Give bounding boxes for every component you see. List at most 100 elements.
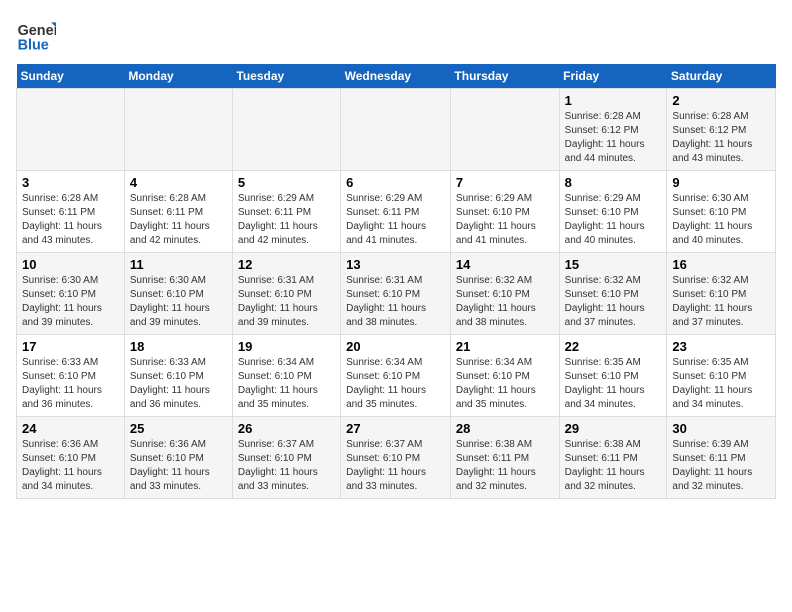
- day-cell-12: 12Sunrise: 6:31 AM Sunset: 6:10 PM Dayli…: [232, 253, 340, 335]
- day-info: Sunrise: 6:31 AM Sunset: 6:10 PM Dayligh…: [238, 274, 335, 330]
- day-number: 7: [456, 175, 554, 190]
- calendar-body: 1 Sunrise: 6:28 AM Sunset: 6:12 PM Daylig…: [17, 89, 776, 499]
- day-number: 9: [672, 175, 770, 190]
- calendar-week-1: 1 Sunrise: 6:28 AM Sunset: 6:12 PM Daylig…: [17, 89, 776, 171]
- day-info: Sunrise: 6:28 AM Sunset: 6:12 PM Dayligh…: [672, 110, 770, 166]
- day-cell-20: 20 Sunrise: 6:34 AM Sunset: 6:10 PM Dayli…: [341, 335, 451, 417]
- empty-cell: [450, 89, 559, 171]
- day-header-tuesday: Tuesday: [232, 64, 340, 89]
- day-cell-21: 21 Sunrise: 6:34 AM Sunset: 6:10 PM Dayli…: [450, 335, 559, 417]
- day-info: Sunrise: 6:34 AM Sunset: 6:10 PM Dayligh…: [456, 356, 554, 412]
- empty-cell: [124, 89, 232, 171]
- day-info: Sunrise: 6:36 AM Sunset: 6:10 PM Dayligh…: [130, 438, 227, 494]
- calendar-table: SundayMondayTuesdayWednesdayThursdayFrid…: [16, 64, 776, 499]
- calendar-week-3: 10 Sunrise: 6:30 AM Sunset: 6:10 PM Dayli…: [17, 253, 776, 335]
- day-number: 20: [346, 339, 445, 354]
- day-cell-10: 10 Sunrise: 6:30 AM Sunset: 6:10 PM Dayli…: [17, 253, 125, 335]
- day-number: 14: [456, 257, 554, 272]
- day-info: Sunrise: 6:36 AM Sunset: 6:10 PM Dayligh…: [22, 438, 119, 494]
- day-number: 6: [346, 175, 445, 190]
- day-number: 25: [130, 421, 227, 436]
- day-number: 30: [672, 421, 770, 436]
- day-cell-17: 17 Sunrise: 6:33 AM Sunset: 6:10 PM Dayli…: [17, 335, 125, 417]
- day-info: Sunrise: 6:29 AM Sunset: 6:10 PM Dayligh…: [565, 192, 662, 248]
- day-number: 24: [22, 421, 119, 436]
- empty-cell: [17, 89, 125, 171]
- day-info: Sunrise: 6:38 AM Sunset: 6:11 PM Dayligh…: [456, 438, 554, 494]
- day-number: 11: [130, 257, 227, 272]
- day-number: 16: [672, 257, 770, 272]
- day-number: 17: [22, 339, 119, 354]
- day-cell-14: 14 Sunrise: 6:32 AM Sunset: 6:10 PM Dayli…: [450, 253, 559, 335]
- day-header-thursday: Thursday: [450, 64, 559, 89]
- day-cell-2: 2 Sunrise: 6:28 AM Sunset: 6:12 PM Daylig…: [667, 89, 776, 171]
- day-info: Sunrise: 6:28 AM Sunset: 6:11 PM Dayligh…: [130, 192, 227, 248]
- day-cell-5: 5 Sunrise: 6:29 AM Sunset: 6:11 PM Daylig…: [232, 171, 340, 253]
- day-info: Sunrise: 6:35 AM Sunset: 6:10 PM Dayligh…: [672, 356, 770, 412]
- day-cell-1: 1 Sunrise: 6:28 AM Sunset: 6:12 PM Daylig…: [559, 89, 667, 171]
- day-number: 15: [565, 257, 662, 272]
- day-cell-18: 18 Sunrise: 6:33 AM Sunset: 6:10 PM Dayli…: [124, 335, 232, 417]
- day-number: 10: [22, 257, 119, 272]
- day-number: 19: [238, 339, 335, 354]
- day-number: 2: [672, 93, 770, 108]
- day-info: Sunrise: 6:33 AM Sunset: 6:10 PM Dayligh…: [22, 356, 119, 412]
- day-number: 3: [22, 175, 119, 190]
- day-info: Sunrise: 6:37 AM Sunset: 6:10 PM Dayligh…: [346, 438, 445, 494]
- day-cell-27: 27 Sunrise: 6:37 AM Sunset: 6:10 PM Dayli…: [341, 417, 451, 499]
- day-cell-15: 15 Sunrise: 6:32 AM Sunset: 6:10 PM Dayli…: [559, 253, 667, 335]
- day-cell-28: 28 Sunrise: 6:38 AM Sunset: 6:11 PM Dayli…: [450, 417, 559, 499]
- day-cell-8: 8 Sunrise: 6:29 AM Sunset: 6:10 PM Daylig…: [559, 171, 667, 253]
- day-info: Sunrise: 6:28 AM Sunset: 6:12 PM Dayligh…: [565, 110, 662, 166]
- day-number: 13: [346, 257, 445, 272]
- day-info: Sunrise: 6:31 AM Sunset: 6:10 PM Dayligh…: [346, 274, 445, 330]
- day-info: Sunrise: 6:32 AM Sunset: 6:10 PM Dayligh…: [672, 274, 770, 330]
- day-number: 23: [672, 339, 770, 354]
- logo: General Blue: [16, 16, 60, 56]
- day-info: Sunrise: 6:28 AM Sunset: 6:11 PM Dayligh…: [22, 192, 119, 248]
- day-info: Sunrise: 6:38 AM Sunset: 6:11 PM Dayligh…: [565, 438, 662, 494]
- day-info: Sunrise: 6:37 AM Sunset: 6:10 PM Dayligh…: [238, 438, 335, 494]
- day-info: Sunrise: 6:32 AM Sunset: 6:10 PM Dayligh…: [456, 274, 554, 330]
- day-cell-13: 13 Sunrise: 6:31 AM Sunset: 6:10 PM Dayli…: [341, 253, 451, 335]
- day-header-friday: Friday: [559, 64, 667, 89]
- day-info: Sunrise: 6:33 AM Sunset: 6:10 PM Dayligh…: [130, 356, 227, 412]
- svg-text:Blue: Blue: [18, 38, 49, 54]
- empty-cell: [341, 89, 451, 171]
- day-cell-3: 3 Sunrise: 6:28 AM Sunset: 6:11 PM Daylig…: [17, 171, 125, 253]
- day-header-wednesday: Wednesday: [341, 64, 451, 89]
- day-info: Sunrise: 6:39 AM Sunset: 6:11 PM Dayligh…: [672, 438, 770, 494]
- day-info: Sunrise: 6:30 AM Sunset: 6:10 PM Dayligh…: [130, 274, 227, 330]
- day-number: 21: [456, 339, 554, 354]
- day-number: 18: [130, 339, 227, 354]
- day-cell-25: 25 Sunrise: 6:36 AM Sunset: 6:10 PM Dayli…: [124, 417, 232, 499]
- day-cell-11: 11 Sunrise: 6:30 AM Sunset: 6:10 PM Dayli…: [124, 253, 232, 335]
- day-header-monday: Monday: [124, 64, 232, 89]
- day-number: 29: [565, 421, 662, 436]
- day-number: 8: [565, 175, 662, 190]
- day-info: Sunrise: 6:35 AM Sunset: 6:10 PM Dayligh…: [565, 356, 662, 412]
- day-info: Sunrise: 6:29 AM Sunset: 6:10 PM Dayligh…: [456, 192, 554, 248]
- svg-text:General: General: [18, 23, 56, 39]
- day-cell-6: 6Sunrise: 6:29 AM Sunset: 6:11 PM Daylig…: [341, 171, 451, 253]
- day-header-saturday: Saturday: [667, 64, 776, 89]
- day-number: 5: [238, 175, 335, 190]
- day-info: Sunrise: 6:32 AM Sunset: 6:10 PM Dayligh…: [565, 274, 662, 330]
- empty-cell: [232, 89, 340, 171]
- day-info: Sunrise: 6:30 AM Sunset: 6:10 PM Dayligh…: [22, 274, 119, 330]
- day-info: Sunrise: 6:29 AM Sunset: 6:11 PM Dayligh…: [238, 192, 335, 248]
- day-cell-19: 19Sunrise: 6:34 AM Sunset: 6:10 PM Dayli…: [232, 335, 340, 417]
- day-cell-9: 9 Sunrise: 6:30 AM Sunset: 6:10 PM Daylig…: [667, 171, 776, 253]
- day-cell-22: 22Sunrise: 6:35 AM Sunset: 6:10 PM Dayli…: [559, 335, 667, 417]
- day-number: 4: [130, 175, 227, 190]
- calendar-week-4: 17 Sunrise: 6:33 AM Sunset: 6:10 PM Dayli…: [17, 335, 776, 417]
- day-cell-24: 24 Sunrise: 6:36 AM Sunset: 6:10 PM Dayli…: [17, 417, 125, 499]
- day-number: 27: [346, 421, 445, 436]
- day-number: 28: [456, 421, 554, 436]
- day-cell-7: 7 Sunrise: 6:29 AM Sunset: 6:10 PM Daylig…: [450, 171, 559, 253]
- day-number: 1: [565, 93, 662, 108]
- day-info: Sunrise: 6:34 AM Sunset: 6:10 PM Dayligh…: [346, 356, 445, 412]
- page-header: General Blue: [16, 16, 776, 56]
- day-cell-4: 4 Sunrise: 6:28 AM Sunset: 6:11 PM Daylig…: [124, 171, 232, 253]
- day-info: Sunrise: 6:30 AM Sunset: 6:10 PM Dayligh…: [672, 192, 770, 248]
